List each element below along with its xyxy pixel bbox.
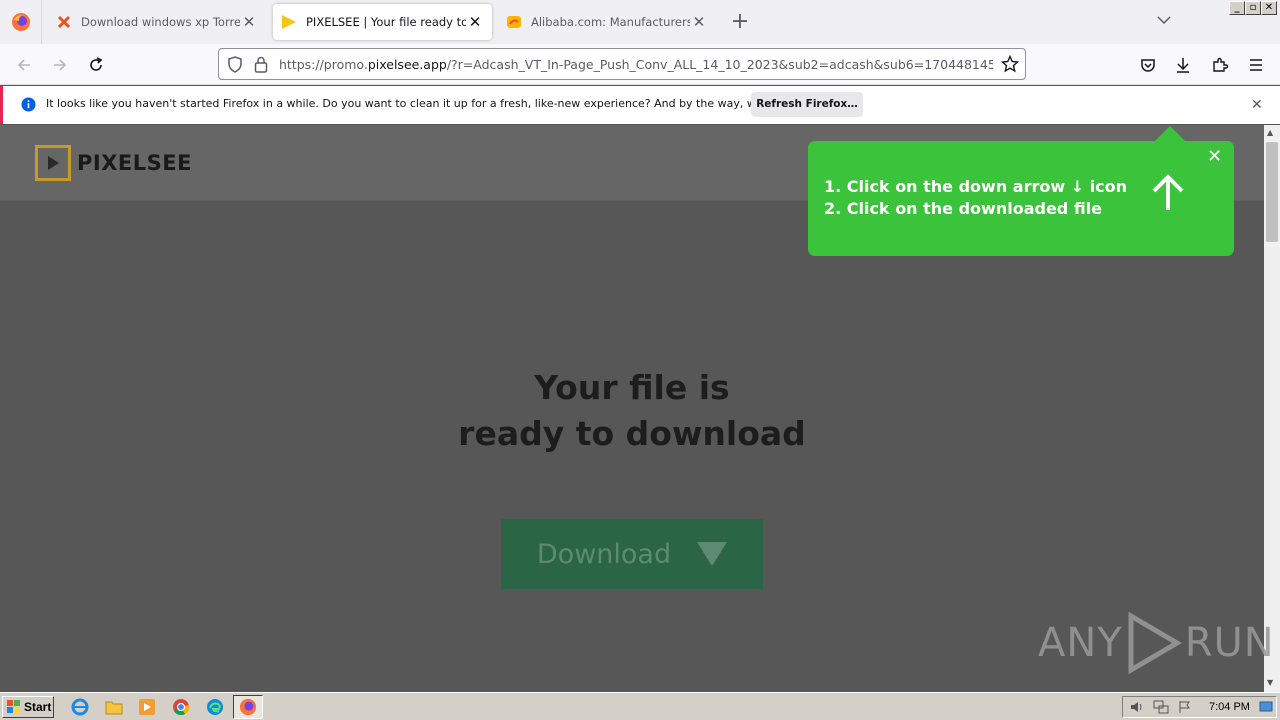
url-prefix: https://promo. xyxy=(279,57,368,72)
firefox-icon xyxy=(239,698,257,716)
page-scrollbar[interactable]: ▲ ▼ xyxy=(1264,125,1280,692)
taskbar-clock: 7:04 PM xyxy=(1209,701,1250,713)
reload-icon xyxy=(90,57,103,71)
down-triangle-icon xyxy=(697,542,728,566)
downloads-button[interactable] xyxy=(1172,54,1194,76)
forward-arrow-icon xyxy=(54,59,67,71)
download-button-label: Download xyxy=(536,538,672,570)
tab-strip: Download windows xp Torrents | 1337x ✕ P… xyxy=(0,0,1280,44)
windows-logo-icon xyxy=(7,700,20,713)
pocket-button[interactable] xyxy=(1137,54,1159,76)
url-bar[interactable]: https://promo.pixelsee.app/?r=Adcash_VT_… xyxy=(218,48,1026,80)
extensions-button[interactable] xyxy=(1209,54,1231,76)
file-explorer-icon[interactable] xyxy=(104,697,124,717)
internet-explorer-icon[interactable] xyxy=(70,697,90,717)
edge-icon[interactable] xyxy=(205,697,225,717)
popup-caret xyxy=(1155,126,1185,141)
notification-message: It looks like you haven't started Firefo… xyxy=(46,97,830,110)
tab-title: Alibaba.com: Manufacturers, Suppliers, E… xyxy=(531,15,690,29)
shield-icon[interactable] xyxy=(227,56,243,76)
close-notification-icon[interactable]: ✕ xyxy=(1251,97,1263,113)
url-path: /?r=Adcash_VT_In-Page_Push_Conv_ALL_14_1… xyxy=(446,57,993,72)
url-host: pixelsee.app xyxy=(367,57,447,72)
navigation-toolbar: https://promo.pixelsee.app/?r=Adcash_VT_… xyxy=(0,44,1280,85)
anyrun-watermark: ANY RUN xyxy=(1038,612,1275,674)
download-arrow-icon xyxy=(1177,58,1189,73)
watermark-left: ANY xyxy=(1038,620,1123,666)
scrollbar-thumb[interactable] xyxy=(1266,142,1278,242)
pixelsee-favicon-icon xyxy=(281,14,297,30)
tab-alibaba[interactable]: Alibaba.com: Manufacturers, Suppliers, E… xyxy=(498,4,716,40)
minimize-window-button[interactable]: _ xyxy=(1229,1,1245,15)
chrome-icon[interactable] xyxy=(171,697,191,717)
tab-pixelsee[interactable]: PIXELSEE | Your file ready to download ✕ xyxy=(273,4,492,40)
tab-title: PIXELSEE | Your file ready to download xyxy=(306,15,466,29)
page-headline: Your file is ready to download xyxy=(332,365,932,457)
start-button[interactable]: Start xyxy=(2,696,54,718)
headline-line-1: Your file is xyxy=(534,368,730,407)
pocket-icon xyxy=(1141,59,1155,72)
media-player-icon[interactable] xyxy=(137,697,157,717)
list-all-tabs-button[interactable] xyxy=(1157,14,1171,28)
back-button[interactable] xyxy=(13,54,35,76)
play-logo-icon xyxy=(35,145,71,181)
reload-button[interactable] xyxy=(85,54,107,76)
network-icon[interactable] xyxy=(1153,700,1169,717)
pixelsee-logo[interactable]: PIXELSEE xyxy=(35,145,192,181)
chevron-down-icon xyxy=(1157,16,1171,25)
download-button[interactable]: Download xyxy=(501,519,763,589)
action-center-flag-icon[interactable] xyxy=(1178,700,1192,717)
start-label: Start xyxy=(24,700,52,714)
play-outline-icon xyxy=(1128,612,1182,674)
restore-window-button[interactable]: ▫ xyxy=(1245,1,1261,15)
refresh-firefox-button[interactable]: Refresh Firefox… xyxy=(751,92,863,117)
firefox-menu-button[interactable] xyxy=(0,0,42,44)
alibaba-favicon-icon xyxy=(506,14,522,30)
bookmark-star-icon[interactable] xyxy=(1000,54,1020,76)
system-tray: 7:04 PM xyxy=(1122,696,1277,718)
headline-line-2: ready to download xyxy=(458,414,806,453)
puzzle-icon xyxy=(1213,57,1228,72)
close-window-button[interactable]: ✕ xyxy=(1261,1,1277,15)
back-arrow-icon xyxy=(17,59,30,71)
close-popup-icon[interactable]: ✕ xyxy=(1207,146,1222,167)
windows-taskbar: Start 7:04 PM xyxy=(0,692,1280,720)
tab-1337x[interactable]: Download windows xp Torrents | 1337x ✕ xyxy=(48,4,266,40)
watermark-right: RUN xyxy=(1184,620,1275,666)
scroll-down-arrow-icon[interactable]: ▼ xyxy=(1267,678,1273,687)
info-icon xyxy=(21,97,36,115)
volume-icon[interactable] xyxy=(1129,700,1145,717)
url-text[interactable]: https://promo.pixelsee.app/?r=Adcash_VT_… xyxy=(279,57,993,72)
close-tab-icon[interactable]: ✕ xyxy=(240,13,258,31)
hamburger-menu-icon xyxy=(1250,59,1262,71)
new-tab-button[interactable]: + xyxy=(728,8,752,36)
logo-text: PIXELSEE xyxy=(77,151,192,175)
up-arrow-icon xyxy=(1152,174,1184,210)
forward-button[interactable] xyxy=(49,54,71,76)
refresh-firefox-notification: It looks like you haven't started Firefo… xyxy=(0,86,1280,124)
close-tab-icon[interactable]: ✕ xyxy=(690,13,708,31)
instruction-step-2: 2. Click on the downloaded file xyxy=(824,199,1103,218)
app-menu-button[interactable] xyxy=(1245,54,1267,76)
firefox-icon xyxy=(11,13,30,31)
show-desktop-icon[interactable] xyxy=(1259,700,1273,717)
scroll-up-arrow-icon[interactable]: ▲ xyxy=(1267,128,1273,137)
instruction-step-1: 1. Click on the down arrow ↓ icon xyxy=(824,177,1128,196)
tab-title: Download windows xp Torrents | 1337x xyxy=(81,15,240,29)
lock-icon[interactable] xyxy=(254,56,268,76)
download-instructions-popup: ✕ 1. Click on the down arrow ↓ icon 2. C… xyxy=(808,141,1234,256)
x-favicon-icon xyxy=(56,14,72,30)
close-tab-icon[interactable]: ✕ xyxy=(466,13,484,31)
firefox-taskbar-button[interactable] xyxy=(233,695,263,719)
